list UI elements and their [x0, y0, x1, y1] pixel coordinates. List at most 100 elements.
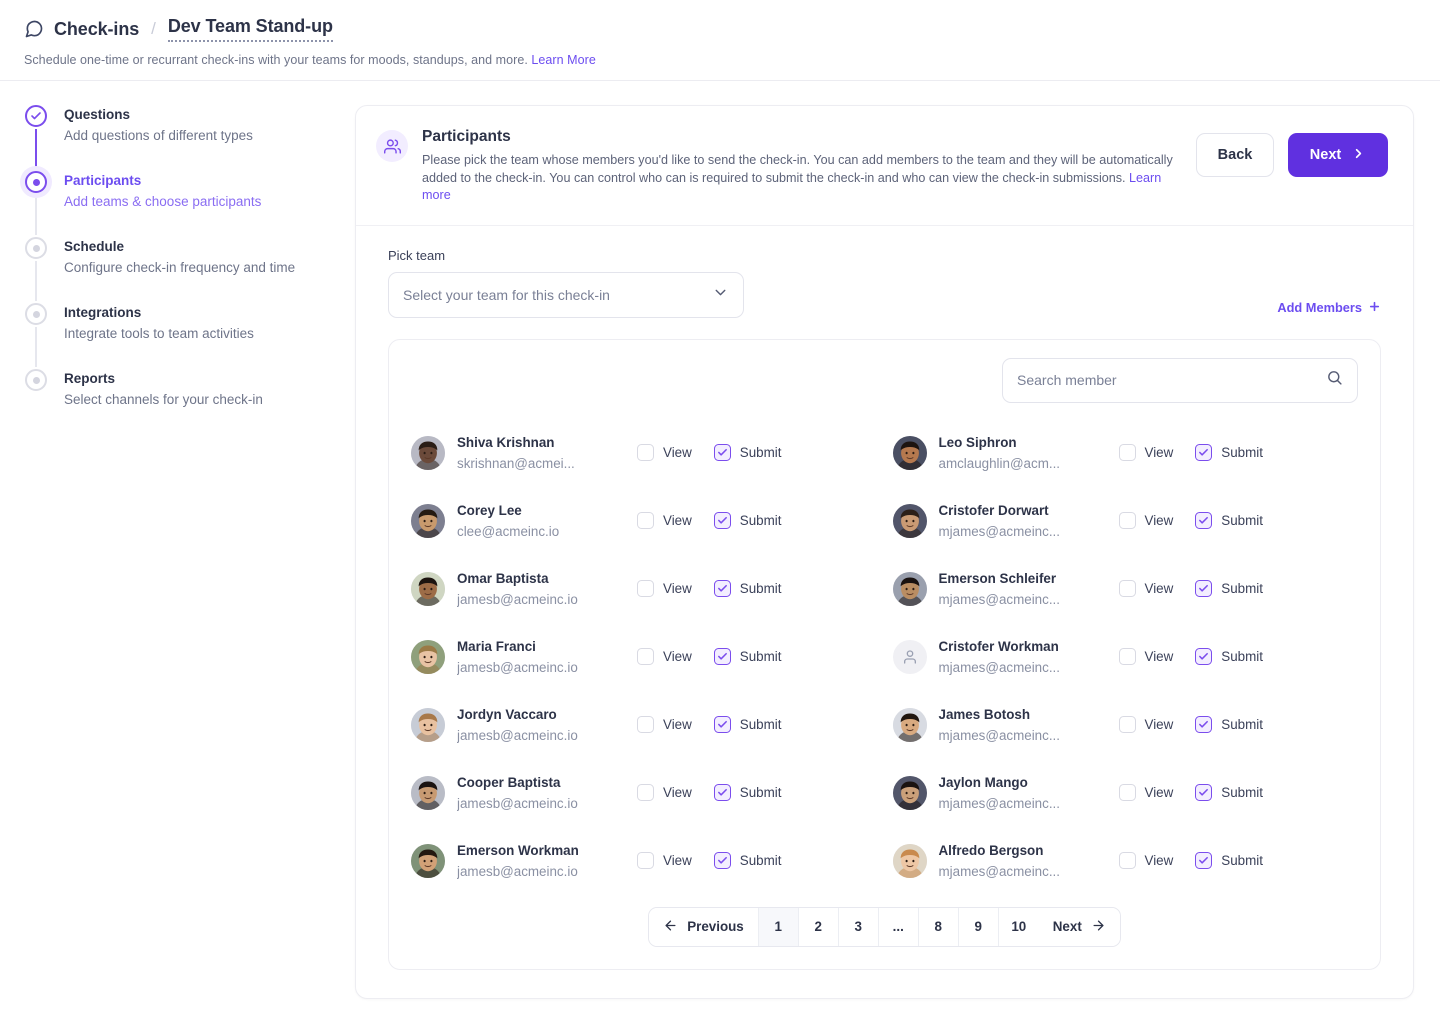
permission-view[interactable]: View — [1118, 852, 1174, 869]
pagination: Previous 1 2 3... 8 9 10 Next — [648, 906, 1121, 947]
permission-view[interactable]: View — [1118, 716, 1174, 733]
pagination-page-3[interactable]: 3 — [838, 907, 879, 946]
search-input[interactable] — [1017, 372, 1326, 388]
submit-checkbox[interactable] — [1195, 512, 1213, 529]
search-member-box[interactable] — [1002, 357, 1358, 403]
view-checkbox[interactable] — [637, 648, 654, 665]
permission-submit[interactable]: Submit — [713, 648, 781, 665]
member-info: Corey Lee clee@acmeinc.io — [457, 501, 629, 541]
view-label: View — [1144, 581, 1174, 596]
permission-view[interactable]: View — [637, 784, 692, 801]
view-checkbox[interactable] — [1118, 852, 1136, 869]
step-desc: Integrate tools to team activities — [64, 326, 254, 341]
submit-checkbox[interactable] — [713, 580, 731, 597]
permission-view[interactable]: View — [1118, 512, 1173, 529]
submit-checkbox[interactable] — [1195, 444, 1213, 461]
search-icon[interactable] — [1326, 369, 1343, 391]
member-row: Emerson Workman jamesb@acmeinc.io View Subm… — [411, 827, 877, 895]
submit-checkbox[interactable] — [713, 852, 731, 869]
pagination-page-10[interactable]: 10 — [998, 907, 1039, 946]
pagination-next[interactable]: Next — [1038, 907, 1120, 946]
submit-checkbox[interactable] — [1195, 852, 1213, 869]
permission-view[interactable]: View — [1118, 784, 1173, 801]
permission-submit[interactable]: Submit — [713, 512, 781, 529]
view-checkbox[interactable] — [1118, 444, 1136, 461]
submit-checkbox[interactable] — [1195, 784, 1213, 801]
chevron-down-icon — [712, 284, 729, 306]
learn-more-link[interactable]: Learn More — [531, 53, 595, 67]
member-info: Cooper Baptista jamesb@acmeinc.io — [457, 773, 629, 813]
chevron-right-icon — [1351, 146, 1366, 165]
avatar — [411, 639, 445, 674]
permission-submit[interactable]: Submit — [713, 580, 781, 597]
add-members-button[interactable]: Add Members — [1277, 300, 1381, 318]
view-checkbox[interactable] — [637, 716, 654, 733]
sidebar-item-questions[interactable]: Questions Add questions of different typ… — [24, 105, 355, 171]
submit-label: Submit — [1221, 649, 1263, 664]
breadcrumb-root[interactable]: Check-ins — [54, 19, 139, 40]
view-label: View — [1144, 853, 1174, 868]
pagination-page-9[interactable]: 9 — [958, 907, 999, 946]
view-checkbox[interactable] — [637, 784, 654, 801]
submit-checkbox[interactable] — [713, 648, 731, 665]
sidebar-item-integrations[interactable]: Integrations Integrate tools to team act… — [24, 303, 355, 369]
permission-view[interactable]: View — [1118, 648, 1173, 665]
pagination-page-8[interactable]: 8 — [918, 907, 959, 946]
view-checkbox[interactable] — [637, 512, 654, 529]
permission-submit[interactable]: Submit — [1195, 784, 1263, 801]
view-checkbox[interactable] — [637, 580, 654, 597]
permission-submit[interactable]: Submit — [1195, 444, 1263, 461]
submit-checkbox[interactable] — [713, 512, 731, 529]
submit-checkbox[interactable] — [713, 784, 731, 801]
submit-label: Submit — [739, 785, 782, 800]
view-checkbox[interactable] — [1118, 716, 1136, 733]
breadcrumb-current[interactable]: Dev Team Stand-up — [167, 16, 333, 42]
pagination-previous[interactable]: Previous — [649, 907, 759, 946]
permission-submit[interactable]: Submit — [1195, 648, 1263, 665]
view-checkbox[interactable] — [637, 852, 654, 869]
avatar — [892, 639, 927, 674]
view-label: View — [1144, 717, 1174, 732]
member-email: jamesb@acmeinc.io — [457, 863, 578, 879]
permission-submit[interactable]: Submit — [1195, 580, 1263, 597]
submit-checkbox[interactable] — [713, 716, 731, 733]
permission-view[interactable]: View — [637, 512, 692, 529]
permission-view[interactable]: View — [637, 716, 692, 733]
permission-submit[interactable]: Submit — [713, 444, 781, 461]
view-checkbox[interactable] — [1118, 648, 1136, 665]
submit-checkbox[interactable] — [1195, 648, 1213, 665]
view-checkbox[interactable] — [637, 444, 654, 461]
sidebar-item-reports[interactable]: Reports Select channels for your check-i… — [24, 369, 355, 410]
permission-submit[interactable]: Submit — [713, 852, 781, 869]
permission-view[interactable]: View — [637, 580, 692, 597]
permission-view[interactable]: View — [1118, 444, 1173, 461]
member-row: Cristofer Dorwart mjames@acmeinc... View Su… — [892, 487, 1359, 555]
view-label: View — [663, 717, 692, 732]
submit-checkbox[interactable] — [1195, 580, 1213, 597]
pagination-page-...[interactable]: ... — [878, 907, 919, 946]
submit-checkbox[interactable] — [1195, 716, 1213, 733]
permission-view[interactable]: View — [637, 444, 692, 461]
permission-view[interactable]: View — [637, 648, 692, 665]
view-checkbox[interactable] — [1118, 784, 1136, 801]
back-button[interactable]: Back — [1196, 133, 1274, 177]
sidebar-item-schedule[interactable]: Schedule Configure check-in frequency an… — [24, 237, 355, 303]
permission-submit[interactable]: Submit — [1195, 512, 1263, 529]
permission-view[interactable]: View — [1118, 580, 1174, 597]
view-checkbox[interactable] — [1118, 512, 1136, 529]
team-select[interactable]: Select your team for this check-in — [388, 271, 744, 318]
permission-submit[interactable]: Submit — [713, 784, 782, 801]
next-button[interactable]: Next — [1288, 133, 1388, 177]
sidebar-item-participants[interactable]: Participants Add teams & choose particip… — [24, 171, 355, 237]
step-marker-participants — [24, 171, 48, 237]
permission-submit[interactable]: Submit — [713, 716, 781, 733]
permission-view[interactable]: View — [637, 852, 692, 869]
view-checkbox[interactable] — [1118, 580, 1136, 597]
submit-checkbox[interactable] — [713, 444, 731, 461]
member-name: Emerson Schleifer — [938, 570, 1057, 586]
member-name: Shiva Krishnan — [457, 434, 555, 450]
pagination-page-2[interactable]: 2 — [798, 907, 839, 946]
permission-submit[interactable]: Submit — [1195, 716, 1263, 733]
permission-submit[interactable]: Submit — [1195, 852, 1263, 869]
pagination-page-1[interactable]: 1 — [758, 907, 799, 946]
